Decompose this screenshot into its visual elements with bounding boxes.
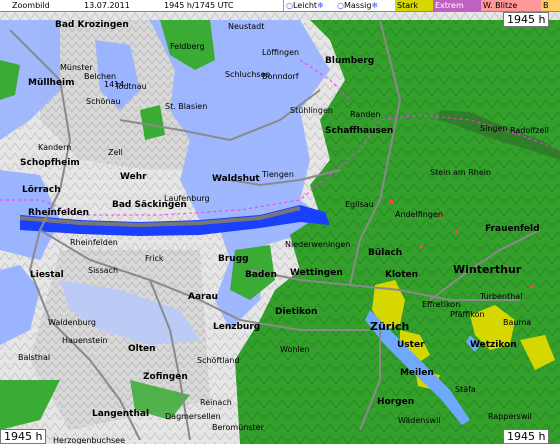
place-label: Tiengen bbox=[262, 170, 294, 179]
place-label: Wehr bbox=[120, 172, 147, 182]
place-label: Andelfingen bbox=[395, 210, 443, 219]
place-label: Laufenburg bbox=[164, 194, 210, 203]
place-label: Bonndorf bbox=[262, 72, 299, 81]
place-label: Rheinfelden bbox=[70, 238, 118, 247]
place-label: Schopfheim bbox=[20, 158, 80, 168]
place-label: Meilen bbox=[400, 368, 434, 378]
place-label: Frick bbox=[145, 254, 164, 263]
place-label: Waldenburg bbox=[48, 318, 96, 327]
place-label: Dagmersellen bbox=[165, 412, 221, 421]
header-bar: Zoombild 13.07.2011 1945 h/1745 UTC ○Lei… bbox=[0, 0, 560, 12]
place-label: Schönau bbox=[86, 97, 121, 106]
place-label: Dietikon bbox=[275, 307, 318, 317]
time-label: 1945 h/1745 UTC bbox=[164, 1, 234, 10]
place-label: Effretikon bbox=[422, 300, 461, 309]
place-label: Löffingen bbox=[262, 48, 300, 57]
place-label: Zell bbox=[108, 148, 123, 157]
place-label: Stein am Rhein bbox=[430, 168, 492, 177]
place-label: Stühlingen bbox=[290, 106, 333, 115]
place-label: Stäfa bbox=[455, 385, 476, 394]
legend-leicht-icon: ○ bbox=[286, 1, 293, 10]
place-label: Zofingen bbox=[143, 372, 188, 382]
place-label: Wohlen bbox=[280, 345, 310, 354]
legend-blitze: W. Blitze bbox=[481, 0, 541, 11]
place-label: Brugg bbox=[218, 254, 249, 264]
place-label: Bauma bbox=[503, 318, 532, 327]
place-label: Münster bbox=[60, 63, 93, 72]
place-label: Rheinfelden bbox=[28, 208, 89, 218]
legend-stark: Stark bbox=[395, 0, 433, 11]
place-label: Langenthal bbox=[92, 409, 150, 419]
place-label: St. Blasien bbox=[165, 102, 208, 111]
place-label: Randen bbox=[350, 110, 381, 119]
timestamp-top-right: 1945 h bbox=[503, 12, 550, 27]
place-label: Baden bbox=[245, 270, 277, 280]
place-label: Singen bbox=[480, 124, 508, 133]
place-label: Lörrach bbox=[22, 185, 61, 195]
place-label: Niederweningen bbox=[285, 240, 351, 249]
place-label: Olten bbox=[128, 344, 156, 354]
place-label: Wetzikon bbox=[470, 340, 517, 350]
place-label: Zürich bbox=[370, 320, 410, 333]
place-label: Frauenfeld bbox=[485, 224, 540, 234]
place-label: Wädenswil bbox=[398, 416, 441, 425]
place-label: Eglisau bbox=[345, 200, 374, 209]
place-label: Balsthal bbox=[18, 353, 51, 362]
place-label: Schöftland bbox=[197, 356, 240, 365]
legend-b: B bbox=[541, 0, 560, 11]
place-label: Sissach bbox=[88, 266, 119, 275]
place-label: Uster bbox=[397, 340, 425, 350]
legend-extrem: Extrem bbox=[433, 0, 481, 11]
place-label: Aarau bbox=[188, 292, 218, 302]
place-label: Kandern bbox=[38, 143, 72, 152]
place-label: Blumberg bbox=[325, 56, 375, 66]
place-label: Todtnau bbox=[115, 82, 147, 91]
date-label: 13.07.2011 bbox=[84, 1, 130, 10]
place-label: Liestal bbox=[30, 270, 64, 280]
place-label: Beromünster bbox=[212, 423, 264, 432]
place-label: Kloten bbox=[385, 270, 419, 280]
place-label: Reinach bbox=[200, 398, 232, 407]
place-label: Hauenstein bbox=[62, 336, 108, 345]
place-label: Schaffhausen bbox=[325, 126, 394, 136]
place-label: Pfäffikon bbox=[450, 310, 485, 319]
zoombild-label: Zoombild bbox=[12, 1, 50, 10]
place-label: Neustadt bbox=[228, 22, 265, 31]
place-label: Horgen bbox=[377, 397, 415, 407]
place-label: Bülach bbox=[368, 248, 403, 258]
place-label: Radolfzell bbox=[510, 126, 549, 135]
legend-leicht: ○Leicht❄ bbox=[283, 0, 335, 11]
place-label: Lenzburg bbox=[213, 322, 261, 332]
place-label: Herzogenbuchsee bbox=[53, 436, 126, 444]
legend-massig: ○Massig❄ bbox=[335, 0, 395, 11]
place-label: Feldberg bbox=[170, 42, 205, 51]
place-label: Müllheim bbox=[28, 78, 75, 88]
place-label: Waldshut bbox=[212, 174, 260, 184]
timestamp-bottom-left: 1945 h bbox=[0, 429, 47, 444]
place-label: Turbenthal bbox=[480, 292, 523, 301]
place-label: Winterthur bbox=[453, 263, 522, 276]
place-label: Bad Krozingen bbox=[55, 20, 129, 30]
radar-map-view: Zoombild 13.07.2011 1945 h/1745 UTC ○Lei… bbox=[0, 0, 560, 444]
place-label: Rapperswil bbox=[488, 412, 532, 421]
timestamp-bottom-right: 1945 h bbox=[503, 429, 550, 444]
place-label: Wettingen bbox=[290, 268, 343, 278]
